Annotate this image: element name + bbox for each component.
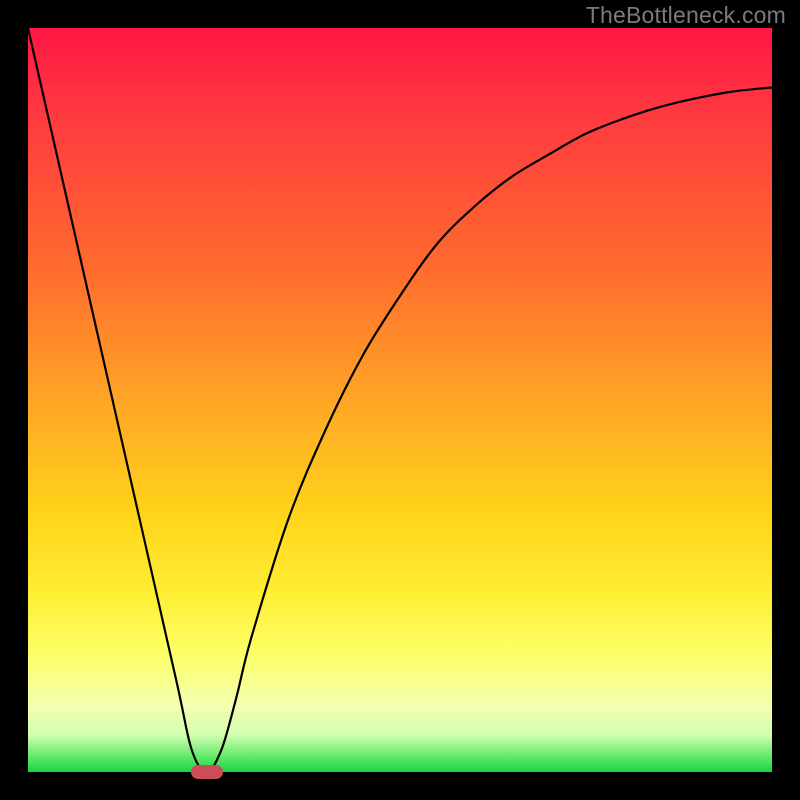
plot-area <box>28 28 772 772</box>
bottleneck-curve <box>28 28 772 772</box>
chart-frame: TheBottleneck.com <box>0 0 800 800</box>
optimal-marker <box>191 765 223 779</box>
watermark-text: TheBottleneck.com <box>586 2 786 29</box>
